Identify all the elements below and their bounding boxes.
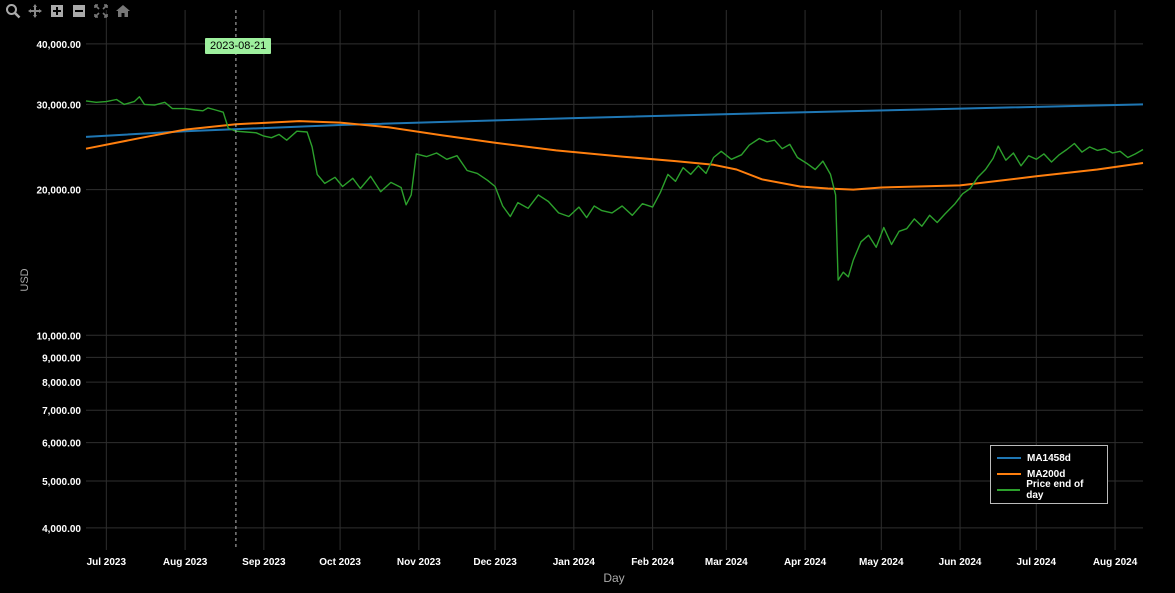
y-tick-label: 40,000.00 (37, 40, 82, 51)
x-tick-label: Dec 2023 (473, 557, 517, 568)
x-tick-label: Jul 2024 (1017, 557, 1057, 568)
chart-container: Jul 2023 Aug 2023 Sep 2023 Oct 2023 Nov 2023… (0, 0, 1175, 588)
legend-item-price[interactable]: Price end of day (997, 479, 1101, 501)
y-tick-label: 9,000.00 (42, 353, 81, 364)
y-tick-label: 30,000.00 (37, 100, 82, 111)
legend-swatch-ma200d (997, 473, 1021, 475)
y-tick-label: 10,000.00 (37, 331, 82, 342)
hover-date-label: 2023-08-21 (205, 38, 272, 54)
legend-swatch-ma1458d (997, 457, 1021, 459)
x-tick-label: Nov 2023 (397, 557, 441, 568)
legend-label-ma200d: MA200d (1027, 468, 1066, 480)
legend-label-price: Price end of day (1026, 479, 1084, 501)
pan-icon[interactable] (26, 2, 44, 20)
x-axis-tick-labels: Jul 2023 Aug 2023 Sep 2023 Oct 2023 Nov 2023… (87, 557, 1138, 568)
x-tick-label: Feb 2024 (631, 557, 674, 568)
y-tick-label: 6,000.00 (42, 439, 81, 450)
y-tick-label: 8,000.00 (42, 378, 81, 389)
x-tick-label: May 2024 (859, 557, 904, 568)
zoom-in-icon[interactable] (48, 2, 66, 20)
legend-item-ma1458d[interactable]: MA1458d (997, 450, 1101, 466)
x-axis-title: Day (603, 571, 624, 585)
legend-swatch-price (997, 489, 1021, 491)
home-icon[interactable] (114, 2, 132, 20)
y-tick-label: 5,000.00 (42, 477, 81, 488)
y-tick-label: 20,000.00 (37, 186, 82, 197)
x-tick-label: Sep 2023 (242, 557, 286, 568)
zoom-icon[interactable] (4, 2, 22, 20)
x-tick-label: Aug 2024 (1093, 557, 1138, 568)
y-tick-label: 7,000.00 (42, 406, 81, 417)
legend-label-ma1458d: MA1458d (1027, 452, 1071, 464)
zoom-out-icon[interactable] (70, 2, 88, 20)
chart-toolbar (4, 2, 132, 20)
legend[interactable]: MA1458d MA200d Price end of day (990, 445, 1108, 504)
grid-lines (86, 10, 1143, 550)
x-tick-label: Oct 2023 (319, 557, 361, 568)
x-tick-label: Jul 2023 (87, 557, 127, 568)
x-tick-label: Jan 2024 (553, 557, 596, 568)
x-tick-label: Apr 2024 (784, 557, 827, 568)
y-axis-title: USD (19, 268, 31, 291)
x-tick-label: Jun 2024 (939, 557, 982, 568)
series-layer (85, 96, 1144, 281)
x-tick-label: Mar 2024 (705, 557, 748, 568)
y-axis-tick-labels: 4,000.00 5,000.00 6,000.00 7,000.00 8,000.00… (37, 40, 82, 535)
y-tick-label: 4,000.00 (42, 524, 81, 535)
autoscale-icon[interactable] (92, 2, 110, 20)
x-tick-label: Aug 2023 (163, 557, 208, 568)
